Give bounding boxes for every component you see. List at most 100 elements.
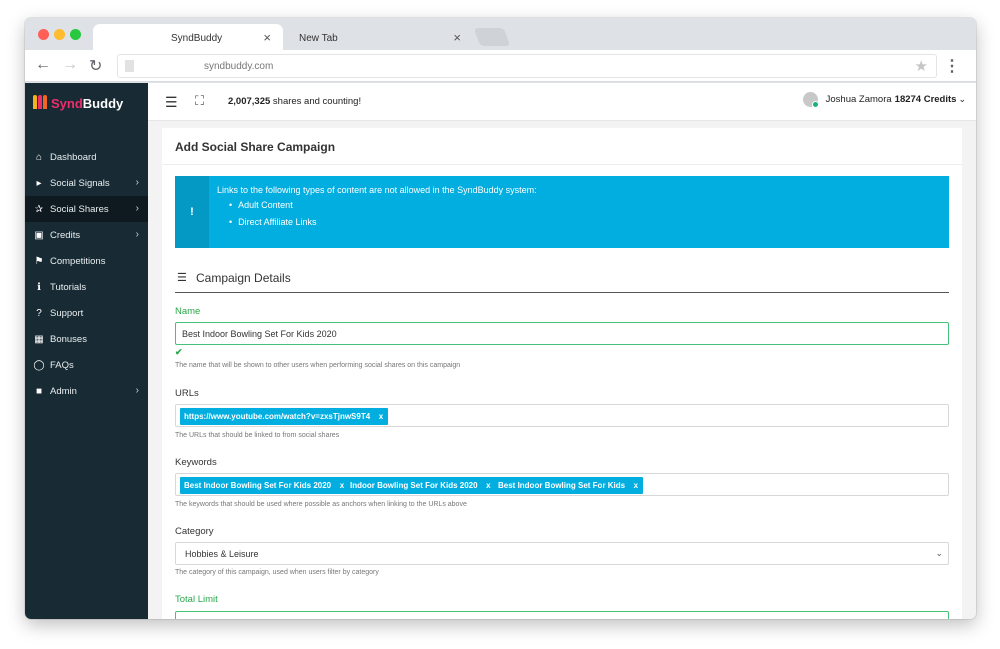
keywords-field[interactable]: Best Indoor Bowling Set For Kids 2020 x I… <box>175 473 949 496</box>
remove-tag-icon[interactable]: x <box>486 477 490 494</box>
keywords-label: Keywords <box>175 457 217 468</box>
logo[interactable]: SyndBuddy <box>33 93 123 113</box>
address-bar[interactable]: syndbuddy.com ★ <box>117 54 937 78</box>
urls-help-text: The URLs that should be linked to from s… <box>175 432 340 439</box>
chevron-right-icon: › <box>135 385 139 396</box>
sidebar-item-tutorials[interactable]: ℹ Tutorials <box>25 274 148 300</box>
divider <box>162 164 962 165</box>
urls-field[interactable]: https://www.youtube.com/watch?v=zxsTjnwS… <box>175 404 949 427</box>
keyword-tag: Best Indoor Bowling Set For Kids x <box>494 477 644 494</box>
address-url: syndbuddy.com <box>204 61 274 72</box>
alert-list-item: Adult Content <box>229 200 317 210</box>
sidebar-item-label: Bonuses <box>50 333 87 345</box>
trophy-icon: ⚑ <box>34 255 44 267</box>
chat-icon: ◯ <box>33 359 45 371</box>
user-menu[interactable]: Joshua Zamora 18274 Credits ⌄ <box>802 92 966 108</box>
back-arrow-icon[interactable]: ← <box>35 56 51 74</box>
name-field[interactable]: Best Indoor Bowling Set For Kids 2020 <box>175 322 949 345</box>
page-title: Add Social Share Campaign <box>175 140 336 154</box>
logo-text: SyndBuddy <box>51 95 124 111</box>
logo-mark-icon <box>33 95 49 111</box>
urls-label: URLs <box>175 388 199 399</box>
gift-icon: ▦ <box>34 333 44 345</box>
close-window-button[interactable] <box>38 29 49 40</box>
page-icon <box>125 60 134 72</box>
top-bar: ☰ ⛶ 2,007,325 shares and counting! Joshu… <box>148 83 976 121</box>
name-value: Best Indoor Bowling Set For Kids 2020 <box>182 329 337 339</box>
tab-strip: SyndBuddy × New Tab × <box>25 18 976 51</box>
remove-tag-icon[interactable]: x <box>634 477 638 494</box>
section-title: Campaign Details <box>196 271 291 285</box>
category-value: Hobbies & Leisure <box>185 549 259 559</box>
sidebar-item-social-signals[interactable]: ▸ Social Signals › <box>25 170 148 196</box>
sidebar-item-label: Admin <box>50 385 77 397</box>
sidebar-item-bonuses[interactable]: ▦ Bonuses <box>25 326 148 352</box>
browser-window: SyndBuddy × New Tab × ← → ↻ syndbuddy.co… <box>25 18 976 619</box>
sidebar-item-dashboard[interactable]: ⌂ Dashboard <box>25 144 148 170</box>
remove-tag-icon[interactable]: x <box>379 408 383 425</box>
close-icon[interactable]: × <box>453 30 461 45</box>
tab-syndbuddy[interactable]: SyndBuddy × <box>93 24 283 51</box>
chevron-down-icon: ⌄ <box>935 548 943 558</box>
share-icon: ✰ <box>34 203 44 215</box>
credit-balance: 18274 Credits <box>894 94 957 105</box>
app: SyndBuddy ⌂ Dashboard ▸ Social Signals ›… <box>25 83 976 619</box>
forward-arrow-icon[interactable]: → <box>62 56 78 74</box>
megaphone-icon: ▸ <box>36 177 42 189</box>
chevron-right-icon: › <box>135 203 139 214</box>
fullscreen-icon[interactable]: ⛶ <box>195 93 204 109</box>
new-tab-button[interactable] <box>473 28 511 46</box>
campaign-card: Add Social Share Campaign ! Links to the… <box>162 128 962 619</box>
remove-tag-icon[interactable]: x <box>340 477 344 494</box>
alert-list: Adult Content Direct Affiliate Links <box>229 200 317 234</box>
minimize-window-button[interactable] <box>54 29 65 40</box>
section-header: ☰ Campaign Details <box>175 271 949 293</box>
share-counter: 2,007,325 shares and counting! <box>228 96 362 107</box>
keyword-tag: Best Indoor Bowling Set For Kids 2020 x <box>180 477 350 494</box>
user-name: Joshua Zamora <box>825 94 892 105</box>
tab-label: SyndBuddy <box>171 33 223 44</box>
sidebar-item-label: Tutorials <box>50 281 87 293</box>
alert-icon: ! <box>175 176 209 248</box>
maximize-window-button[interactable] <box>70 29 81 40</box>
bookmark-star-icon[interactable]: ★ <box>915 57 928 75</box>
list-icon: ☰ <box>177 272 187 284</box>
chevron-right-icon: › <box>135 177 139 188</box>
url-tag: https://www.youtube.com/watch?v=zxsTjnwS… <box>180 408 389 425</box>
tab-label: New Tab <box>299 33 338 44</box>
lock-icon: ■ <box>35 385 43 397</box>
sidebar-item-label: Credits <box>50 229 81 241</box>
checkmark-icon: ✔ <box>175 347 183 357</box>
sidebar-item-competitions[interactable]: ⚑ Competitions <box>25 248 148 274</box>
browser-toolbar: ← → ↻ syndbuddy.com ★ ⋮ <box>25 50 976 82</box>
keyword-tag: Indoor Bowling Set For Kids 2020 x <box>346 477 496 494</box>
sidebar-item-support[interactable]: ? Support <box>25 300 148 326</box>
sidebar: SyndBuddy ⌂ Dashboard ▸ Social Signals ›… <box>25 83 148 619</box>
category-select[interactable]: Hobbies & Leisure ⌄ <box>175 542 949 565</box>
sidebar-item-social-shares[interactable]: ✰ Social Shares › <box>25 196 148 222</box>
chevron-down-icon: ⌄ <box>958 94 966 104</box>
content-policy-alert: ! Links to the following types of conten… <box>175 176 949 248</box>
avatar <box>802 92 819 108</box>
name-help-text: The name that will be shown to other use… <box>175 362 461 369</box>
sidebar-menu: ⌂ Dashboard ▸ Social Signals › ✰ Social … <box>25 144 148 404</box>
total-limit-label: Total Limit <box>175 594 218 605</box>
sidebar-item-label: Dashboard <box>50 151 97 163</box>
hamburger-menu-icon[interactable]: ☰ <box>165 94 178 111</box>
alert-text: Links to the following types of content … <box>217 185 537 195</box>
tab-new-tab[interactable]: New Tab × <box>287 24 473 51</box>
question-icon: ? <box>36 307 42 319</box>
category-help-text: The category of this campaign, used when… <box>175 569 379 576</box>
browser-menu-icon[interactable]: ⋮ <box>944 56 960 76</box>
money-icon: ▣ <box>34 229 44 241</box>
sidebar-item-label: FAQs <box>50 359 74 371</box>
sidebar-item-label: Social Signals <box>50 177 110 189</box>
sidebar-item-credits[interactable]: ▣ Credits › <box>25 222 148 248</box>
sidebar-item-admin[interactable]: ■ Admin › <box>25 378 148 404</box>
info-icon: ℹ <box>37 281 41 293</box>
sidebar-item-label: Social Shares <box>50 203 109 215</box>
sidebar-item-faqs[interactable]: ◯ FAQs <box>25 352 148 378</box>
total-limit-field[interactable] <box>175 611 949 619</box>
reload-icon[interactable]: ↻ <box>89 56 102 76</box>
close-icon[interactable]: × <box>263 30 271 45</box>
